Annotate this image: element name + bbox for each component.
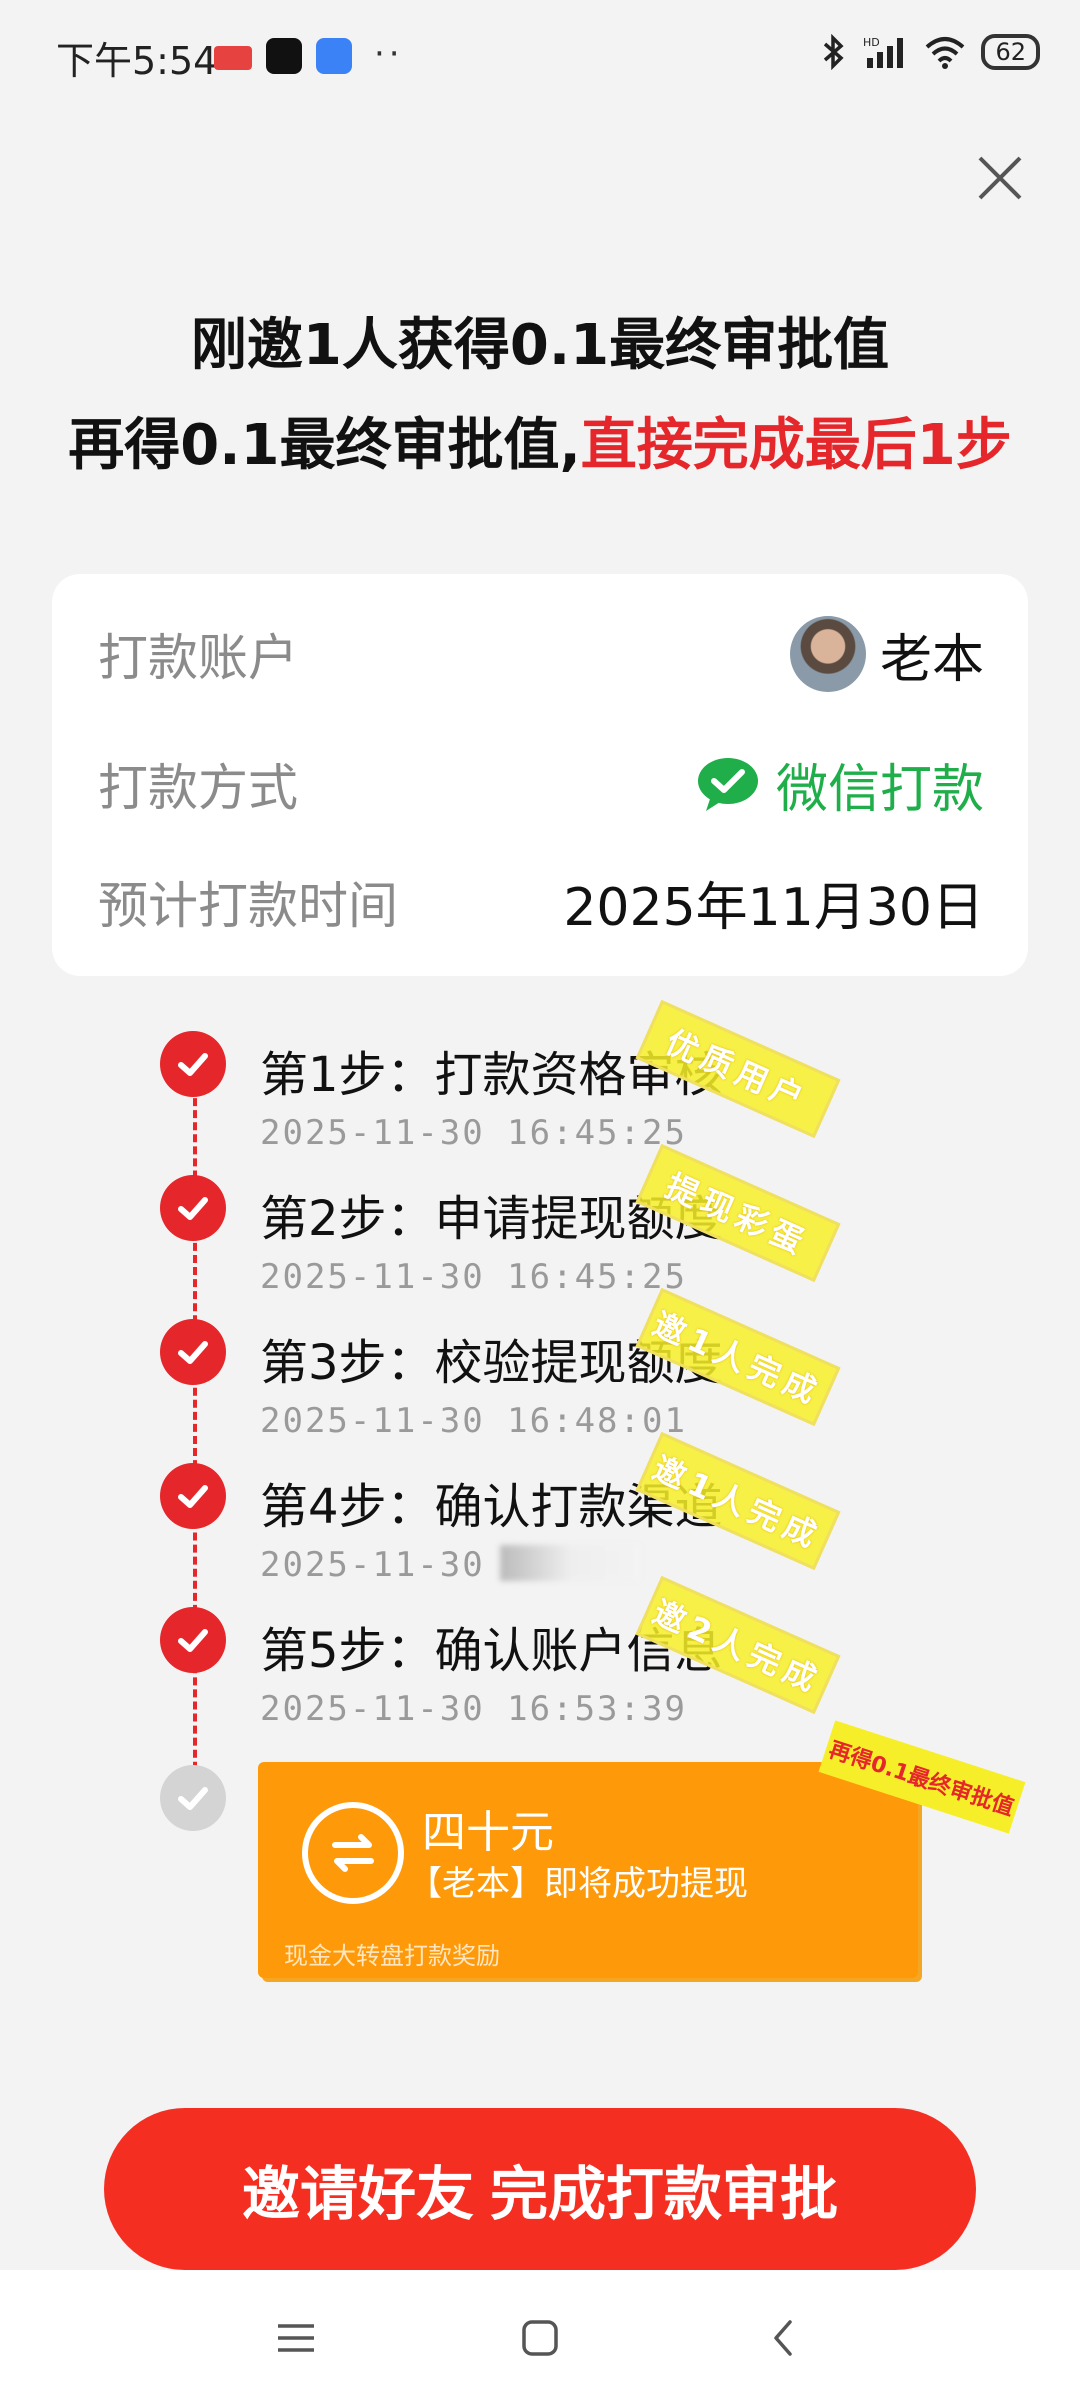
check-icon (160, 1607, 226, 1673)
wifi-icon (926, 37, 965, 69)
headline-line-2: 再得0.1最终审批值,直接完成最后1步 (0, 400, 1080, 481)
close-button[interactable] (970, 148, 1030, 208)
step-item: 第3步：校验提现额度 2025-11-30 16:48:01 邀1人完成 (160, 1287, 1060, 1441)
headline-line-2-prefix: 再得0.1最终审批值, (68, 413, 581, 478)
system-nav-bar (0, 2270, 1080, 2400)
close-icon (978, 156, 1022, 200)
step-item: 第4步：确认打款渠道 2025-11-30 1 邀1人完成 (160, 1431, 1060, 1585)
svg-text:HD: HD (863, 36, 880, 49)
account-row: 打款账户 老本 (98, 614, 984, 694)
check-icon (160, 1319, 226, 1385)
step-time: 2025-11-30 16:45:25 (260, 1113, 687, 1153)
pending-check-icon (160, 1765, 226, 1831)
headline-line-1: 刚邀1人获得0.1最终审批值 (190, 313, 890, 378)
reward-source: 现金大转盘打款奖励 (284, 1942, 500, 1970)
method-label: 打款方式 (98, 759, 298, 817)
status-indicators: HD 62 (821, 34, 1040, 70)
time-label: 预计打款时间 (98, 877, 398, 935)
tiktok-app-icon (266, 38, 302, 74)
step-time: 2025-11-30 16:53:39 (260, 1689, 687, 1729)
method-value: 微信打款 (696, 747, 984, 822)
time-row: 预计打款时间 2025年11月30日 (98, 862, 984, 942)
account-name: 老本 (879, 629, 984, 690)
method-row: 打款方式 微信打款 (98, 744, 984, 824)
time-value: 2025年11月30日 (563, 877, 984, 938)
signal-icon: HD (863, 36, 904, 68)
menu-button[interactable] (272, 2314, 320, 2362)
account-value: 老本 (789, 616, 984, 692)
step-item: 第2步：申请提现额度 2025-11-30 16:45:25 提现彩蛋 (160, 1143, 1060, 1297)
home-button[interactable] (516, 2314, 564, 2362)
check-icon (160, 1463, 226, 1529)
news-app-icon (214, 46, 252, 70)
status-bar: 下午5:54 ·· HD 62 (0, 0, 1080, 110)
steps-timeline: 第1步：打款资格审核 2025-11-30 16:45:25 优质用户 第2步：… (0, 999, 1080, 1831)
wechat-icon (697, 758, 758, 811)
avatar (789, 616, 866, 692)
more-notifications-icon: ·· (374, 34, 404, 74)
reward-description: 【老本】即将成功提现 (408, 1864, 748, 1904)
step-time: 2025-11-30 16:45:25 (260, 1257, 687, 1297)
battery-indicator: 62 (981, 34, 1040, 70)
step-item: 第5步：确认账户信息 2025-11-30 16:53:39 邀2人完成 (160, 1575, 1060, 1729)
blurred-text (500, 1545, 640, 1581)
check-icon (160, 1175, 226, 1241)
menu-icon (278, 2324, 314, 2352)
step-time: 2025-11-30 16:48:01 (260, 1401, 687, 1441)
transfer-icon (302, 1802, 404, 1904)
account-label: 打款账户 (98, 629, 298, 687)
step-time: 2025-11-30 1 (260, 1545, 530, 1585)
reward-amount: 四十元 (422, 1807, 554, 1858)
headline-line-2-highlight: 直接完成最后1步 (580, 413, 1012, 478)
baidu-app-icon (316, 38, 352, 74)
invite-friends-button[interactable]: 邀请好友 完成打款审批 (104, 2108, 976, 2270)
back-button[interactable] (760, 2314, 808, 2362)
check-icon (160, 1031, 226, 1097)
step-stamp: 邀1人完成 (635, 1431, 841, 1571)
status-time: 下午5:54 (56, 39, 218, 83)
payment-info-card: 打款账户 老本 打款方式 微信打款 预计打款时间 2025年11月30日 (52, 574, 1028, 976)
method-text: 微信打款 (775, 759, 984, 820)
home-icon (522, 2320, 558, 2356)
back-icon (774, 2320, 792, 2356)
step-item: 第1步：打款资格审核 2025-11-30 16:45:25 优质用户 (160, 999, 1060, 1153)
reward-card[interactable]: 四十元 【老本】即将成功提现 现金大转盘打款奖励 (258, 1762, 918, 1978)
bluetooth-icon (824, 34, 845, 70)
